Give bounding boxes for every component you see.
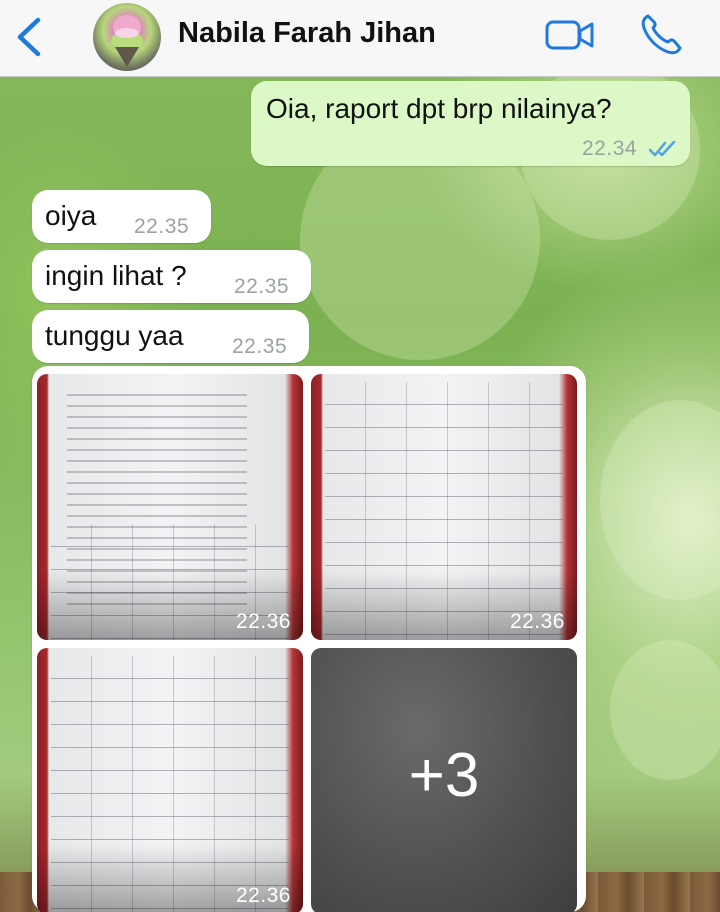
contact-name[interactable]: Nabila Farah Jihan <box>178 17 436 50</box>
media-group-bubble: 22.36 22.36 22.36 +3 <box>32 366 586 912</box>
wallpaper-bokeh <box>600 400 720 600</box>
double-check-icon <box>648 140 676 157</box>
media-photo-tile[interactable]: 22.36 <box>311 374 577 640</box>
media-photo-tile[interactable]: 22.36 <box>37 374 303 640</box>
message-bubble-incoming[interactable]: oiya 22.35 <box>32 190 211 243</box>
message-time: 22.35 <box>134 215 190 238</box>
message-time: 22.35 <box>234 275 290 298</box>
photo-time: 22.36 <box>509 610 565 633</box>
message-time: 22.35 <box>232 335 288 358</box>
photo-time: 22.36 <box>235 884 291 907</box>
message-text: tunggu yaa <box>45 320 184 351</box>
photo-time: 22.36 <box>235 610 291 633</box>
phone-icon[interactable] <box>638 12 686 56</box>
chevron-left-icon[interactable] <box>10 14 50 60</box>
message-text: oiya <box>45 200 97 231</box>
message-text: Oia, raport dpt brp nilainya? <box>266 93 612 124</box>
message-time: 22.34 <box>582 137 638 160</box>
more-photos-tile[interactable]: +3 <box>311 648 577 912</box>
chat-header: Nabila Farah Jihan <box>0 0 720 77</box>
avatar-image <box>111 15 143 67</box>
more-photos-count: +3 <box>408 741 480 810</box>
wallpaper-bokeh <box>610 640 720 780</box>
message-text: ingin lihat ? <box>45 260 187 291</box>
media-photo-tile[interactable]: 22.36 <box>37 648 303 912</box>
avatar[interactable] <box>93 3 161 71</box>
message-bubble-incoming[interactable]: tunggu yaa 22.35 <box>32 310 309 363</box>
message-bubble-incoming[interactable]: ingin lihat ? 22.35 <box>32 250 311 303</box>
message-bubble-outgoing[interactable]: Oia, raport dpt brp nilainya? 22.34 <box>251 81 690 166</box>
video-camera-icon[interactable] <box>544 18 596 52</box>
